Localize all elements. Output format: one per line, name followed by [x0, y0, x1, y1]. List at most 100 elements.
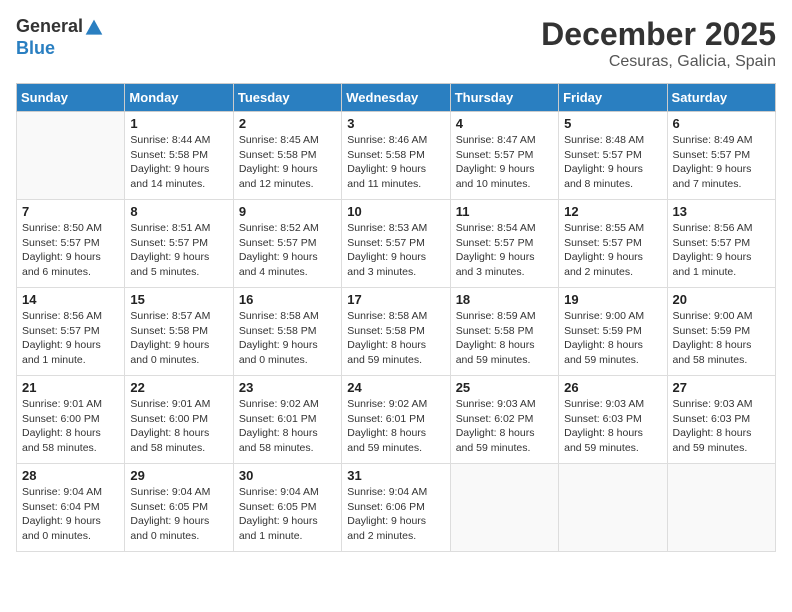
daylight-text: Daylight: 9 hours and 1 minute. [22, 339, 101, 366]
sunrise-text: Sunrise: 8:46 AM [347, 134, 427, 146]
daylight-text: Daylight: 9 hours and 0 minutes. [130, 515, 209, 542]
day-info: Sunrise: 9:02 AMSunset: 6:01 PMDaylight:… [347, 397, 444, 456]
daylight-text: Daylight: 8 hours and 59 minutes. [564, 427, 643, 454]
daylight-text: Daylight: 8 hours and 59 minutes. [347, 339, 426, 366]
sunset-text: Sunset: 5:57 PM [347, 237, 425, 249]
col-sunday: Sunday [17, 84, 125, 112]
col-wednesday: Wednesday [342, 84, 450, 112]
day-info: Sunrise: 8:56 AMSunset: 5:57 PMDaylight:… [673, 221, 770, 280]
calendar-week-row: 28Sunrise: 9:04 AMSunset: 6:04 PMDayligh… [17, 464, 776, 552]
sunset-text: Sunset: 5:59 PM [673, 325, 751, 337]
sunset-text: Sunset: 5:57 PM [673, 149, 751, 161]
sunrise-text: Sunrise: 8:45 AM [239, 134, 319, 146]
table-row: 10Sunrise: 8:53 AMSunset: 5:57 PMDayligh… [342, 200, 450, 288]
calendar-table: Sunday Monday Tuesday Wednesday Thursday… [16, 83, 776, 552]
table-row: 25Sunrise: 9:03 AMSunset: 6:02 PMDayligh… [450, 376, 558, 464]
day-number: 15 [130, 292, 227, 307]
day-info: Sunrise: 8:58 AMSunset: 5:58 PMDaylight:… [239, 309, 336, 368]
table-row: 6Sunrise: 8:49 AMSunset: 5:57 PMDaylight… [667, 112, 775, 200]
day-info: Sunrise: 9:03 AMSunset: 6:03 PMDaylight:… [564, 397, 661, 456]
day-info: Sunrise: 9:00 AMSunset: 5:59 PMDaylight:… [564, 309, 661, 368]
table-row: 26Sunrise: 9:03 AMSunset: 6:03 PMDayligh… [559, 376, 667, 464]
sunrise-text: Sunrise: 8:57 AM [130, 310, 210, 322]
sunset-text: Sunset: 5:57 PM [456, 149, 534, 161]
col-thursday: Thursday [450, 84, 558, 112]
sunset-text: Sunset: 6:00 PM [130, 413, 208, 425]
table-row: 18Sunrise: 8:59 AMSunset: 5:58 PMDayligh… [450, 288, 558, 376]
logo-general: General [16, 16, 83, 36]
day-info: Sunrise: 8:54 AMSunset: 5:57 PMDaylight:… [456, 221, 553, 280]
daylight-text: Daylight: 9 hours and 7 minutes. [673, 163, 752, 190]
sunset-text: Sunset: 5:58 PM [456, 325, 534, 337]
table-row: 14Sunrise: 8:56 AMSunset: 5:57 PMDayligh… [17, 288, 125, 376]
table-row: 5Sunrise: 8:48 AMSunset: 5:57 PMDaylight… [559, 112, 667, 200]
daylight-text: Daylight: 9 hours and 11 minutes. [347, 163, 426, 190]
sunset-text: Sunset: 5:57 PM [564, 237, 642, 249]
sunrise-text: Sunrise: 8:52 AM [239, 222, 319, 234]
table-row: 19 Sunrise: 9:00 AMSunset: 5:59 PMDayligh… [559, 288, 667, 376]
sunset-text: Sunset: 5:57 PM [22, 325, 100, 337]
sunset-text: Sunset: 5:57 PM [456, 237, 534, 249]
day-number: 2 [239, 116, 336, 131]
day-number: 17 [347, 292, 444, 307]
daylight-text: Daylight: 8 hours and 58 minutes. [130, 427, 209, 454]
daylight-text: Daylight: 9 hours and 6 minutes. [22, 251, 101, 278]
sunset-text: Sunset: 6:00 PM [22, 413, 100, 425]
daylight-text: Daylight: 9 hours and 1 minute. [239, 515, 318, 542]
day-number: 30 [239, 468, 336, 483]
sunrise-text: Sunrise: 9:04 AM [22, 486, 102, 498]
day-number: 25 [456, 380, 553, 395]
daylight-text: Daylight: 9 hours and 3 minutes. [347, 251, 426, 278]
table-row: 30 Sunrise: 9:04 AMSunset: 6:05 PMDayligh… [233, 464, 341, 552]
sunset-text: Sunset: 5:58 PM [347, 149, 425, 161]
daylight-text: Daylight: 9 hours and 8 minutes. [564, 163, 643, 190]
sunrise-text: Sunrise: 8:54 AM [456, 222, 536, 234]
day-info: Sunrise: 8:51 AMSunset: 5:57 PMDaylight:… [130, 221, 227, 280]
day-info: Sunrise: 9:04 AMSunset: 6:05 PMDaylight:… [239, 485, 336, 544]
table-row: 8Sunrise: 8:51 AMSunset: 5:57 PMDaylight… [125, 200, 233, 288]
daylight-text: Daylight: 9 hours and 2 minutes. [564, 251, 643, 278]
day-info: Sunrise: 9:04 AMSunset: 6:05 PMDaylight:… [130, 485, 227, 544]
table-row: 16 Sunrise: 8:58 AMSunset: 5:58 PMDayligh… [233, 288, 341, 376]
table-row: 31Sunrise: 9:04 AMSunset: 6:06 PMDayligh… [342, 464, 450, 552]
sunrise-text: Sunrise: 9:03 AM [673, 398, 753, 410]
day-info: Sunrise: 8:47 AMSunset: 5:57 PMDaylight:… [456, 133, 553, 192]
sunrise-text: Sunrise: 8:58 AM [347, 310, 427, 322]
table-row [667, 464, 775, 552]
table-row: 24Sunrise: 9:02 AMSunset: 6:01 PMDayligh… [342, 376, 450, 464]
table-row: 12Sunrise: 8:55 AMSunset: 5:57 PMDayligh… [559, 200, 667, 288]
day-info: Sunrise: 8:52 AMSunset: 5:57 PMDaylight:… [239, 221, 336, 280]
day-number: 20 [673, 292, 770, 307]
day-number: 1 [130, 116, 227, 131]
table-row: 2Sunrise: 8:45 AMSunset: 5:58 PMDaylight… [233, 112, 341, 200]
day-info: Sunrise: 8:59 AMSunset: 5:58 PMDaylight:… [456, 309, 553, 368]
table-row: 7Sunrise: 8:50 AMSunset: 5:57 PMDaylight… [17, 200, 125, 288]
sunset-text: Sunset: 5:58 PM [239, 149, 317, 161]
day-number: 7 [22, 204, 119, 219]
day-number: 3 [347, 116, 444, 131]
day-number: 16 [239, 292, 336, 307]
table-row: 23Sunrise: 9:02 AMSunset: 6:01 PMDayligh… [233, 376, 341, 464]
sunset-text: Sunset: 6:05 PM [239, 501, 317, 513]
daylight-text: Daylight: 8 hours and 58 minutes. [22, 427, 101, 454]
col-tuesday: Tuesday [233, 84, 341, 112]
day-number: 19 [564, 292, 661, 307]
sunset-text: Sunset: 5:57 PM [22, 237, 100, 249]
daylight-text: Daylight: 9 hours and 2 minutes. [347, 515, 426, 542]
sunrise-text: Sunrise: 8:56 AM [673, 222, 753, 234]
daylight-text: Daylight: 8 hours and 59 minutes. [456, 427, 535, 454]
calendar-week-row: 21Sunrise: 9:01 AMSunset: 6:00 PMDayligh… [17, 376, 776, 464]
table-row: 1Sunrise: 8:44 AMSunset: 5:58 PMDaylight… [125, 112, 233, 200]
sunrise-text: Sunrise: 9:01 AM [130, 398, 210, 410]
day-info: Sunrise: 9:00 AMSunset: 5:59 PMDaylight:… [673, 309, 770, 368]
page-header: General Blue December 2025 Cesuras, Gali… [16, 16, 776, 71]
table-row [559, 464, 667, 552]
day-info: Sunrise: 8:55 AMSunset: 5:57 PMDaylight:… [564, 221, 661, 280]
day-info: Sunrise: 9:03 AMSunset: 6:03 PMDaylight:… [673, 397, 770, 456]
table-row: 9Sunrise: 8:52 AMSunset: 5:57 PMDaylight… [233, 200, 341, 288]
table-row: 4Sunrise: 8:47 AMSunset: 5:57 PMDaylight… [450, 112, 558, 200]
day-number: 13 [673, 204, 770, 219]
day-info: Sunrise: 8:49 AMSunset: 5:57 PMDaylight:… [673, 133, 770, 192]
sunset-text: Sunset: 6:02 PM [456, 413, 534, 425]
logo-text: General Blue [16, 16, 105, 59]
